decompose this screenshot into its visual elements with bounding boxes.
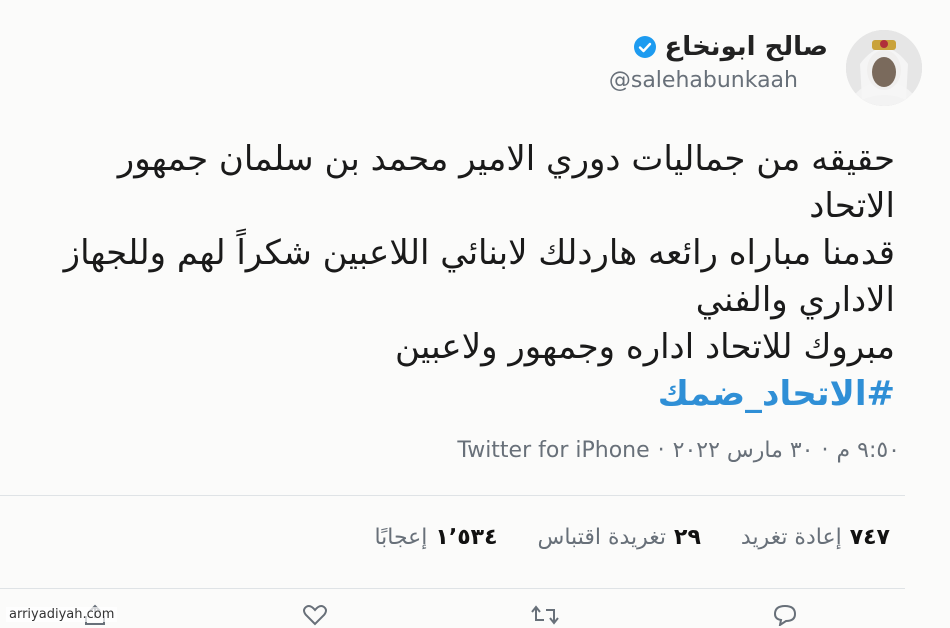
- hashtag-link[interactable]: #الاتحاد_ضمك: [0, 371, 895, 418]
- tweet-date[interactable]: ٣٠ مارس ٢٠٢٢: [673, 438, 814, 463]
- tweet-line: قدمنا مباراه رائعه هاردلك لابنائي اللاعب…: [63, 233, 895, 273]
- avatar-image: [846, 30, 922, 106]
- separator-dot: ·: [657, 438, 665, 463]
- tweet-line: الاتحاد: [809, 186, 895, 226]
- tweet-meta: ٩:٥٠ م · ٣٠ مارس ٢٠٢٢ · Twitter for iPho…: [457, 438, 900, 463]
- reply-icon[interactable]: [770, 604, 800, 628]
- tweet-time[interactable]: ٩:٥٠ م: [837, 438, 901, 463]
- display-name[interactable]: صالح ابونخاع: [665, 32, 828, 62]
- tweet-line: حقيقه من جماليات دوري الامير محمد بن سلم…: [117, 139, 895, 179]
- watermark: arriyadiyah.com: [6, 607, 118, 622]
- divider: [0, 588, 905, 589]
- tweet-text: حقيقه من جماليات دوري الامير محمد بن سلم…: [0, 136, 895, 418]
- tweet-line: الاداري والفني: [695, 280, 895, 320]
- display-name-row: صالح ابونخاع: [633, 32, 828, 62]
- retweets-stat[interactable]: ٧٤٧ إعادة تغريد: [741, 525, 890, 550]
- retweets-label: إعادة تغريد: [740, 525, 842, 550]
- retweet-icon[interactable]: [530, 604, 560, 628]
- quotes-label: تغريدة اقتباس: [537, 525, 667, 550]
- retweets-count: ٧٤٧: [849, 525, 890, 550]
- tweet-card: صالح ابونخاع @salehabunkaah حقيقه من جما…: [0, 0, 950, 628]
- avatar[interactable]: [846, 30, 922, 106]
- like-icon[interactable]: [300, 604, 330, 628]
- quotes-stat[interactable]: ٢٩ تغريدة اقتباس: [538, 525, 701, 550]
- quotes-count: ٢٩: [674, 525, 701, 550]
- likes-label: إعجابًا: [374, 525, 428, 550]
- tweet-stats: ٧٤٧ إعادة تغريد ٢٩ تغريدة اقتباس ١٬٥٣٤ إ…: [374, 525, 890, 550]
- user-handle[interactable]: @salehabunkaah: [609, 68, 798, 93]
- tweet-source[interactable]: Twitter for iPhone: [457, 438, 649, 463]
- tweet-line: مبروك للاتحاد اداره وجمهور ولاعبين: [395, 327, 895, 367]
- verified-badge-icon: [633, 35, 657, 59]
- likes-count: ١٬٥٣٤: [435, 525, 498, 550]
- divider: [0, 495, 905, 496]
- separator-dot: ·: [821, 438, 829, 463]
- likes-stat[interactable]: ١٬٥٣٤ إعجابًا: [374, 525, 497, 550]
